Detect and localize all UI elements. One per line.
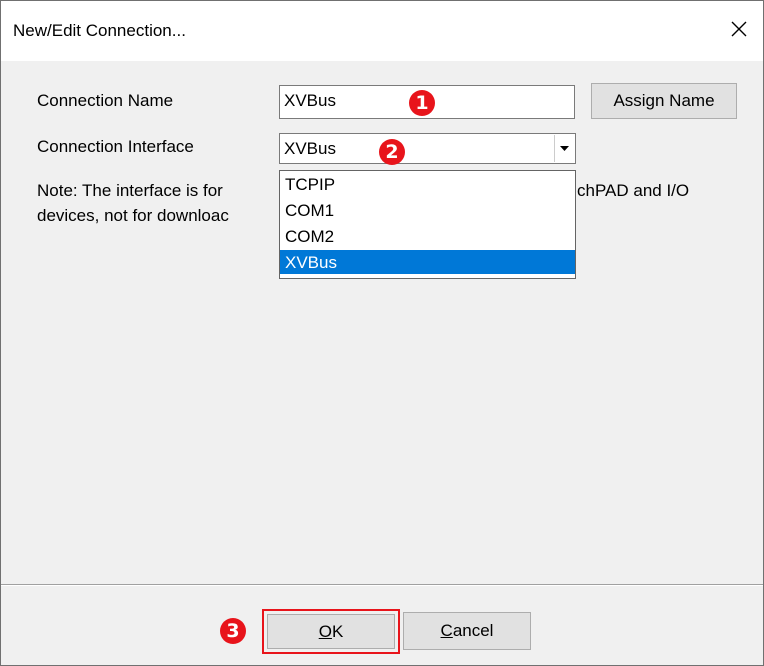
connection-dialog: New/Edit Connection... Connection Name X… xyxy=(0,0,764,666)
footer-divider-highlight xyxy=(1,585,763,586)
chevron-down-icon xyxy=(560,146,569,151)
ok-mnemonic: O xyxy=(318,621,332,641)
connection-interface-value: XVBus xyxy=(284,139,336,158)
ok-button[interactable]: OK xyxy=(267,614,395,649)
connection-name-value: XVBus xyxy=(284,91,336,110)
step-3-badge: 3 xyxy=(220,618,246,644)
option-com2[interactable]: COM2 xyxy=(280,224,575,248)
option-xvbus[interactable]: XVBus xyxy=(280,250,575,274)
connection-interface-select[interactable]: XVBus xyxy=(279,133,576,164)
note-line1-end: chPAD and I/O xyxy=(577,181,690,200)
title-bar: New/Edit Connection... xyxy=(1,1,763,61)
note-line1-start: Note: The interface is for xyxy=(37,181,223,200)
option-tcpip[interactable]: TCPIP xyxy=(280,172,575,196)
ok-label-rest: K xyxy=(331,621,344,641)
step-2-badge: 2 xyxy=(379,139,405,165)
connection-interface-label: Connection Interface xyxy=(37,137,194,156)
dialog-title: New/Edit Connection... xyxy=(13,21,186,40)
interface-dropdown-list: TCPIP COM1 COM2 XVBus xyxy=(279,170,576,279)
cancel-label-rest: ancel xyxy=(452,621,494,640)
connection-name-label: Connection Name xyxy=(37,91,174,110)
cancel-button[interactable]: Cancel xyxy=(403,612,531,650)
assign-name-button[interactable]: Assign Name xyxy=(591,83,737,119)
step-1-badge: 1 xyxy=(409,90,435,116)
close-icon[interactable] xyxy=(725,15,753,43)
option-com1[interactable]: COM1 xyxy=(280,198,575,222)
cancel-mnemonic: C xyxy=(440,621,453,640)
dropdown-arrow-button[interactable] xyxy=(554,135,574,162)
note-line2-start: devices, not for downloac xyxy=(37,206,229,225)
